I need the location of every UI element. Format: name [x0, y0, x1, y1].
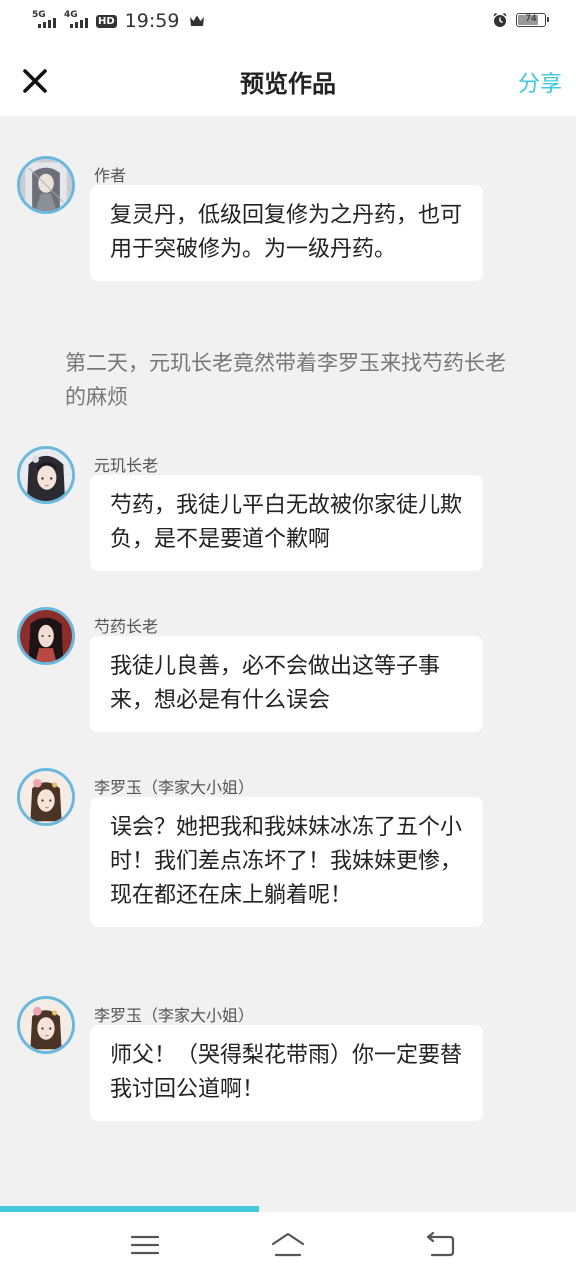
message-bubble: 师父！（哭得梨花带雨）你一定要替我讨回公道啊！ — [90, 1025, 483, 1121]
elder-shaoyao-avatar[interactable] — [17, 607, 75, 665]
status-left: 5G 4G HD 19:59 — [32, 10, 205, 32]
message-bubble: 我徒儿良善，必不会做出这等子事来，想必是有什么误会 — [90, 636, 483, 732]
signal-icon-2: 4G — [64, 10, 90, 30]
status-time: 19:59 — [124, 10, 180, 32]
message-bubble: 复灵丹，低级回复修为之丹药，也可用于突破修为。为一级丹药。 — [90, 185, 483, 281]
sender-name: 作者 — [94, 166, 127, 185]
page-title: 预览作品 — [240, 70, 336, 98]
app-header: 预览作品 分享 — [0, 44, 576, 116]
message-bubble: 芍药，我徒儿平白无故被你家徒儿欺负，是不是要道个歉啊 — [90, 475, 483, 571]
battery-icon: 74 — [516, 13, 549, 27]
sender-name: 李罗玉（李家大小姐） — [94, 778, 255, 797]
battery-level: 74 — [525, 14, 537, 24]
elder-yuanji-avatar[interactable] — [17, 446, 75, 504]
alarm-icon — [493, 12, 507, 27]
share-button[interactable]: 分享 — [518, 66, 562, 98]
sender-name: 元玑长老 — [94, 456, 159, 475]
menu-icon[interactable] — [127, 1230, 163, 1260]
home-icon[interactable] — [270, 1230, 306, 1260]
crown-icon — [190, 15, 205, 26]
chat-content[interactable]: 作者 复灵丹，低级回复修为之丹药，也可用于突破修为。为一级丹药。 第二天，元玑长… — [0, 116, 576, 1208]
message-bubble: 误会？她把我和我妹妹冰冻了五个小时！我们差点冻坏了！我妹妹更惨，现在都还在床上躺… — [90, 797, 483, 927]
hd-badge: HD — [96, 14, 117, 28]
system-nav-bar — [0, 1212, 576, 1280]
status-right: 74 — [492, 12, 549, 28]
signal-icon: 5G — [32, 10, 58, 30]
sender-name: 李罗玉（李家大小姐） — [94, 1006, 255, 1025]
status-bar: 5G 4G HD 19:59 74 — [0, 0, 576, 44]
narration-text: 第二天，元玑长老竟然带着李罗玉来找芍药长老的麻烦 — [65, 351, 506, 409]
li-luoyu-avatar[interactable] — [17, 768, 75, 826]
back-icon[interactable] — [422, 1230, 458, 1260]
author-avatar[interactable] — [17, 156, 75, 214]
sender-name: 芍药长老 — [94, 617, 159, 636]
li-luoyu-avatar[interactable] — [17, 996, 75, 1054]
